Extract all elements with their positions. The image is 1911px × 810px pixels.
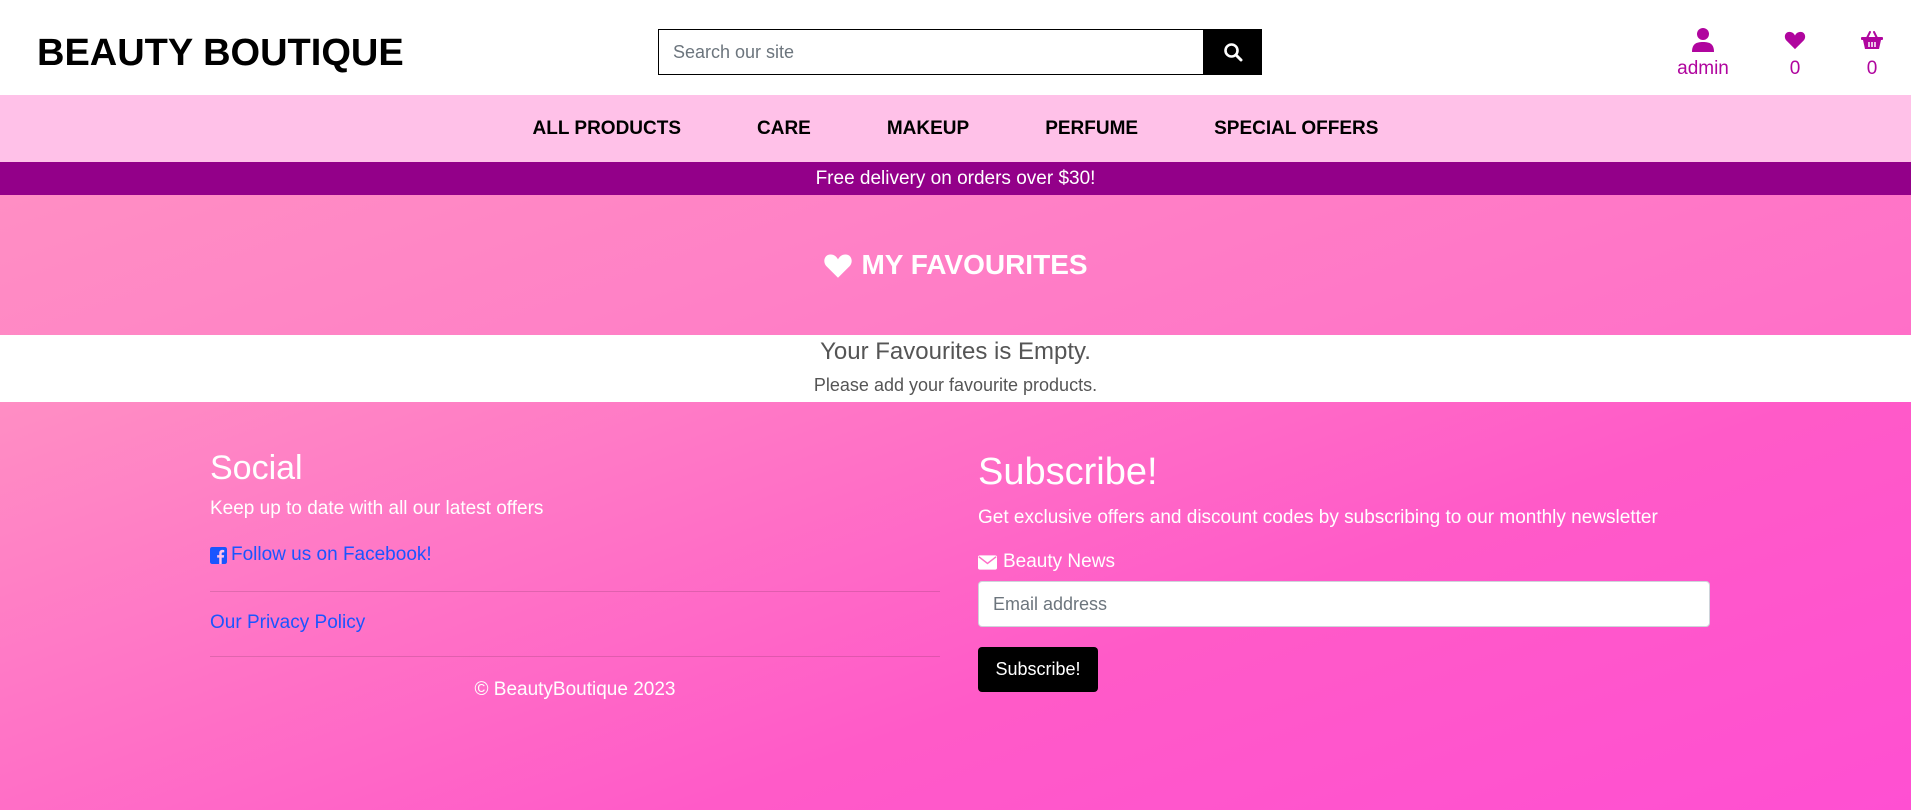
footer-subscribe-column: Subscribe! Get exclusive offers and disc… [978, 450, 1710, 692]
page-title: MY FAVOURITES [823, 249, 1088, 281]
delivery-banner: Free delivery on orders over $30! [0, 162, 1911, 195]
envelope-icon [978, 554, 997, 570]
facebook-link-text: Follow us on Facebook! [231, 544, 432, 565]
footer-social-column: Social Keep up to date with all our late… [210, 448, 940, 701]
site-header: BEAUTY BOUTIQUE admin 0 [0, 0, 1911, 95]
footer-divider [210, 655, 940, 657]
main-nav: ALL PRODUCTS CARE MAKEUP PERFUME SPECIAL… [0, 95, 1911, 162]
heart-icon [824, 253, 853, 278]
subscribe-text: Get exclusive offers and discount codes … [978, 507, 1658, 528]
cart-count: 0 [1866, 58, 1878, 79]
empty-text: Please add your favourite products. [813, 375, 1098, 395]
subscribe-button[interactable]: Subscribe! [978, 647, 1098, 692]
search-icon [1223, 43, 1242, 62]
user-icon [1692, 28, 1714, 52]
newsletter-label: Beauty News [978, 551, 1710, 573]
page-header: MY FAVOURITES [0, 195, 1911, 335]
empty-favourites: Your Favourites is Empty. Please add you… [0, 335, 1911, 402]
search-input[interactable] [658, 29, 1203, 75]
social-text: Keep up to date with all our latest offe… [210, 498, 544, 519]
subscribe-heading: Subscribe! [978, 451, 1158, 493]
cart-link[interactable]: 0 [1857, 26, 1887, 80]
copyright: © BeautyBoutique 2023 [474, 678, 676, 700]
search-form [658, 29, 1262, 75]
empty-title: Your Favourites is Empty. [820, 338, 1091, 365]
site-footer: Social Keep up to date with all our late… [0, 402, 1911, 810]
site-logo[interactable]: BEAUTY BOUTIQUE [37, 30, 404, 76]
privacy-policy-link[interactable]: Our Privacy Policy [210, 612, 365, 634]
page-title-text: MY FAVOURITES [861, 249, 1088, 280]
favourites-count: 0 [1789, 58, 1801, 79]
footer-divider [210, 590, 940, 592]
favourites-link[interactable]: 0 [1780, 26, 1810, 80]
account-link[interactable]: admin [1673, 26, 1733, 80]
account-label: admin [1677, 58, 1729, 79]
nav-care[interactable]: CARE [757, 118, 811, 140]
newsletter-label-text: Beauty News [1003, 551, 1115, 572]
facebook-link[interactable]: Follow us on Facebook! [210, 544, 432, 566]
nav-special-offers[interactable]: SPECIAL OFFERS [1214, 118, 1378, 140]
delivery-banner-text: Free delivery on orders over $30! [815, 167, 1096, 189]
basket-icon [1861, 31, 1883, 49]
facebook-icon [210, 546, 227, 564]
heart-icon [1784, 31, 1806, 50]
search-button[interactable] [1203, 29, 1262, 75]
nav-all-products[interactable]: ALL PRODUCTS [533, 118, 681, 140]
social-heading: Social [210, 449, 303, 487]
nav-makeup[interactable]: MAKEUP [887, 118, 969, 140]
nav-perfume[interactable]: PERFUME [1045, 118, 1138, 140]
email-field[interactable] [978, 581, 1710, 627]
